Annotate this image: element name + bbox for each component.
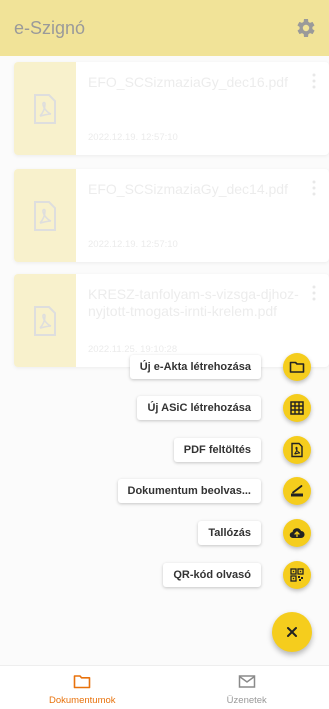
new-e-akta-button[interactable] — [283, 353, 311, 381]
folder-icon — [289, 361, 305, 373]
scanner-icon — [291, 485, 303, 497]
nav-item-messages[interactable]: Üzenetek — [165, 666, 329, 709]
close-icon — [287, 627, 297, 637]
pdf-upload-button[interactable] — [283, 436, 311, 464]
bottom-navigation: Dokumentumok Üzenetek — [0, 665, 329, 709]
app-title: e-Szignó — [14, 17, 86, 38]
qr-code-icon — [290, 568, 304, 582]
app-bar: e-Szignó — [0, 0, 329, 56]
speed-dial-label[interactable]: Új e-Akta létrehozása — [129, 355, 261, 379]
speed-dial-close-button[interactable] — [272, 612, 312, 652]
speed-dial-new-e-akta[interactable]: Új e-Akta létrehozása — [129, 352, 311, 382]
pdf-icon — [291, 442, 303, 458]
scan-document-button[interactable] — [283, 477, 311, 505]
speed-dial-qr-reader[interactable]: QR-kód olvasó — [163, 560, 311, 590]
qr-reader-button[interactable] — [283, 561, 311, 589]
speed-dial-browse[interactable]: Tallózás — [198, 518, 311, 548]
speed-dial-label[interactable]: Tallózás — [198, 521, 261, 545]
new-asic-button[interactable] — [283, 394, 311, 422]
nav-label: Dokumentumok — [48, 695, 116, 706]
mail-icon — [238, 675, 255, 688]
gear-icon[interactable] — [293, 16, 317, 40]
speed-dial-pdf-upload[interactable]: PDF feltöltés — [173, 435, 311, 465]
folder-icon — [73, 675, 91, 689]
browse-button[interactable] — [283, 519, 311, 547]
cloud-upload-icon — [289, 528, 305, 539]
nav-label: Üzenetek — [226, 695, 267, 706]
speed-dial-label[interactable]: Dokumentum beolvas... — [117, 479, 261, 503]
speed-dial-label[interactable]: QR-kód olvasó — [163, 563, 261, 587]
speed-dial-new-asic[interactable]: Új ASiC létrehozása — [137, 393, 311, 423]
speed-dial-label[interactable]: PDF feltöltés — [173, 438, 261, 462]
grid-icon — [290, 401, 304, 415]
speed-dial-scan-document[interactable]: Dokumentum beolvas... — [117, 476, 311, 506]
speed-dial-label[interactable]: Új ASiC létrehozása — [137, 396, 261, 420]
nav-item-documents[interactable]: Dokumentumok — [0, 666, 165, 709]
